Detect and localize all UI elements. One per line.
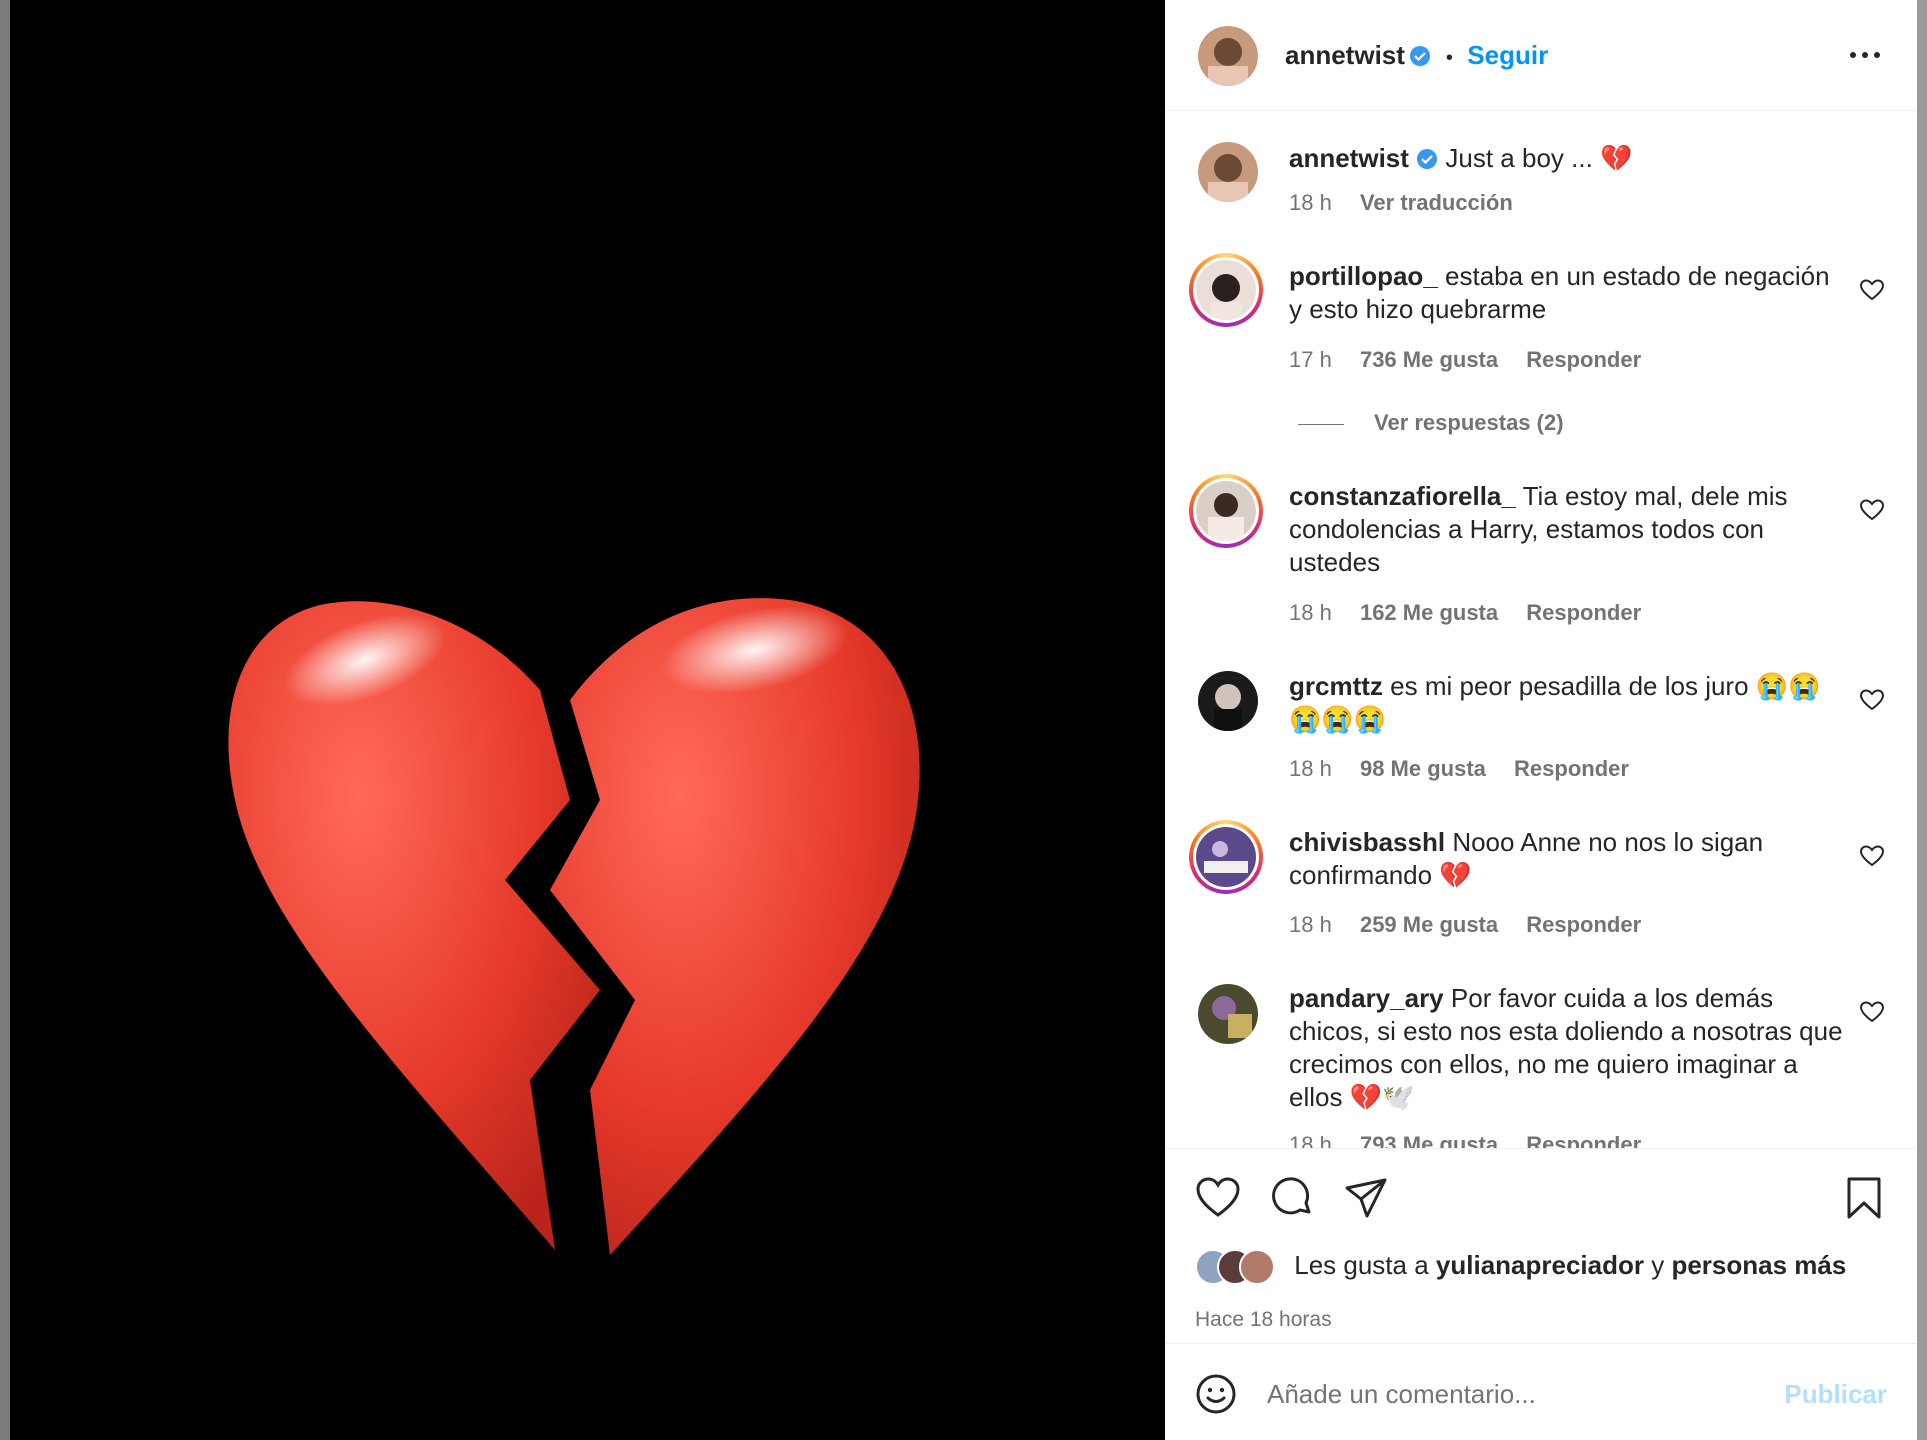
heart-small-icon[interactable] [1859,1000,1885,1024]
avatar [1196,481,1256,541]
comment-icon[interactable] [1269,1175,1315,1221]
comments-list[interactable]: annetwist Just a boy ... 💔 18 h Ver trad… [1165,112,1917,1149]
emoji-icon[interactable] [1195,1373,1237,1415]
post-panel: annetwist • Seguir annetwist Just a boy … [1165,0,1917,1440]
comment-meta: 18 h 162 Me gusta Responder [1289,600,1663,626]
comment-likes[interactable]: 259 Me gusta [1360,912,1498,937]
post-timestamp[interactable]: Hace 18 horas [1195,1308,1332,1332]
caption-text: Just a boy ... 💔 [1445,143,1633,173]
comment-composer: Publicar [1165,1345,1917,1440]
broken-heart-icon [228,598,920,1255]
follow-button[interactable]: Seguir [1467,40,1548,70]
heart-small-icon[interactable] [1859,844,1885,868]
comment-username[interactable]: portillopao_ [1289,261,1438,291]
like-icon[interactable] [1195,1175,1241,1221]
caption-meta: 18 h Ver traducción [1289,190,1535,216]
save-icon[interactable] [1841,1175,1887,1221]
comment-2: constanzafiorella_ Tia estoy mal, dele m… [1289,480,1849,579]
comment-meta: 18 h 259 Me gusta Responder [1289,912,1663,938]
reply-button[interactable]: Responder [1514,756,1629,781]
view-replies-button[interactable]: Ver respuestas (2) [1298,410,1564,436]
caption-time[interactable]: 18 h [1289,190,1332,215]
view-replies-label: Ver respuestas (2) [1374,410,1564,435]
comment-5: pandary_ary Por favor cuida a los demás … [1289,982,1849,1114]
likes-prefix: Les gusta a [1294,1249,1429,1280]
verified-icon [1417,149,1438,169]
comment-time[interactable]: 18 h [1289,912,1332,937]
more-options-icon[interactable] [1845,38,1885,68]
comment-likes[interactable]: 162 Me gusta [1360,600,1498,625]
comment-time[interactable]: 17 h [1289,347,1332,372]
comment-likes[interactable]: 98 Me gusta [1360,756,1486,781]
comment-likes[interactable]: 736 Me gusta [1360,347,1498,372]
comment-meta: 17 h 736 Me gusta Responder [1289,347,1663,373]
comment-username[interactable]: pandary_ary [1289,983,1444,1013]
caption-username[interactable]: annetwist [1289,143,1409,173]
reply-button[interactable]: Responder [1526,912,1641,937]
comment-avatar[interactable] [1198,671,1258,731]
separator-dot: • [1445,47,1453,69]
comment-username[interactable]: chivisbasshl [1289,827,1445,857]
post-image[interactable] [10,0,1165,1440]
comment-input[interactable] [1265,1373,1749,1415]
comment-likes[interactable]: 793 Me gusta [1360,1132,1498,1149]
comment-time[interactable]: 18 h [1289,756,1332,781]
liker-username[interactable]: yulianapreciador [1436,1250,1644,1280]
comment-time[interactable]: 18 h [1289,600,1332,625]
replies-divider [1298,423,1344,425]
publish-button[interactable]: Publicar [1784,1379,1887,1410]
comment-4: chivisbasshl Nooo Anne no nos lo sigan c… [1289,826,1849,892]
reply-button[interactable]: Responder [1526,1132,1641,1149]
heart-small-icon[interactable] [1859,688,1885,712]
comment-username[interactable]: constanzafiorella_ [1289,481,1516,511]
heart-small-icon[interactable] [1859,278,1885,302]
post-header: annetwist • Seguir [1165,0,1917,111]
author-avatar[interactable] [1198,26,1258,86]
share-icon[interactable] [1343,1175,1389,1221]
comment-avatar-ring[interactable] [1189,253,1263,327]
comment-3: grcmttz es mi peor pesadilla de los juro… [1289,670,1849,736]
comment-time[interactable]: 18 h [1289,1132,1332,1149]
translate-link[interactable]: Ver traducción [1360,190,1513,215]
verified-icon [1410,46,1431,66]
author-avatar[interactable] [1198,142,1258,202]
likes-conj: y [1651,1249,1665,1280]
liker-avatar[interactable] [1239,1249,1275,1285]
comment-meta: 18 h 98 Me gusta Responder [1289,756,1651,782]
comment-avatar-ring[interactable] [1189,820,1263,894]
caption: annetwist Just a boy ... 💔 [1289,142,1632,175]
window-scrollbar[interactable] [1917,0,1927,1440]
heart-small-icon[interactable] [1859,498,1885,522]
reply-button[interactable]: Responder [1526,600,1641,625]
comment-username[interactable]: grcmttz [1289,671,1383,701]
likes-summary: Les gusta a yulianapreciador y personas … [1195,1249,1846,1285]
avatar [1196,827,1256,887]
likes-others[interactable]: personas más [1671,1250,1846,1280]
comment-avatar-ring[interactable] [1189,474,1263,548]
avatar [1196,260,1256,320]
reply-button[interactable]: Responder [1526,347,1641,372]
author-username[interactable]: annetwist [1285,40,1405,70]
comment-avatar[interactable] [1198,984,1258,1044]
comment-1: portillopao_ estaba en un estado de nega… [1289,260,1849,326]
comment-meta: 18 h 793 Me gusta Responder [1289,1132,1663,1149]
